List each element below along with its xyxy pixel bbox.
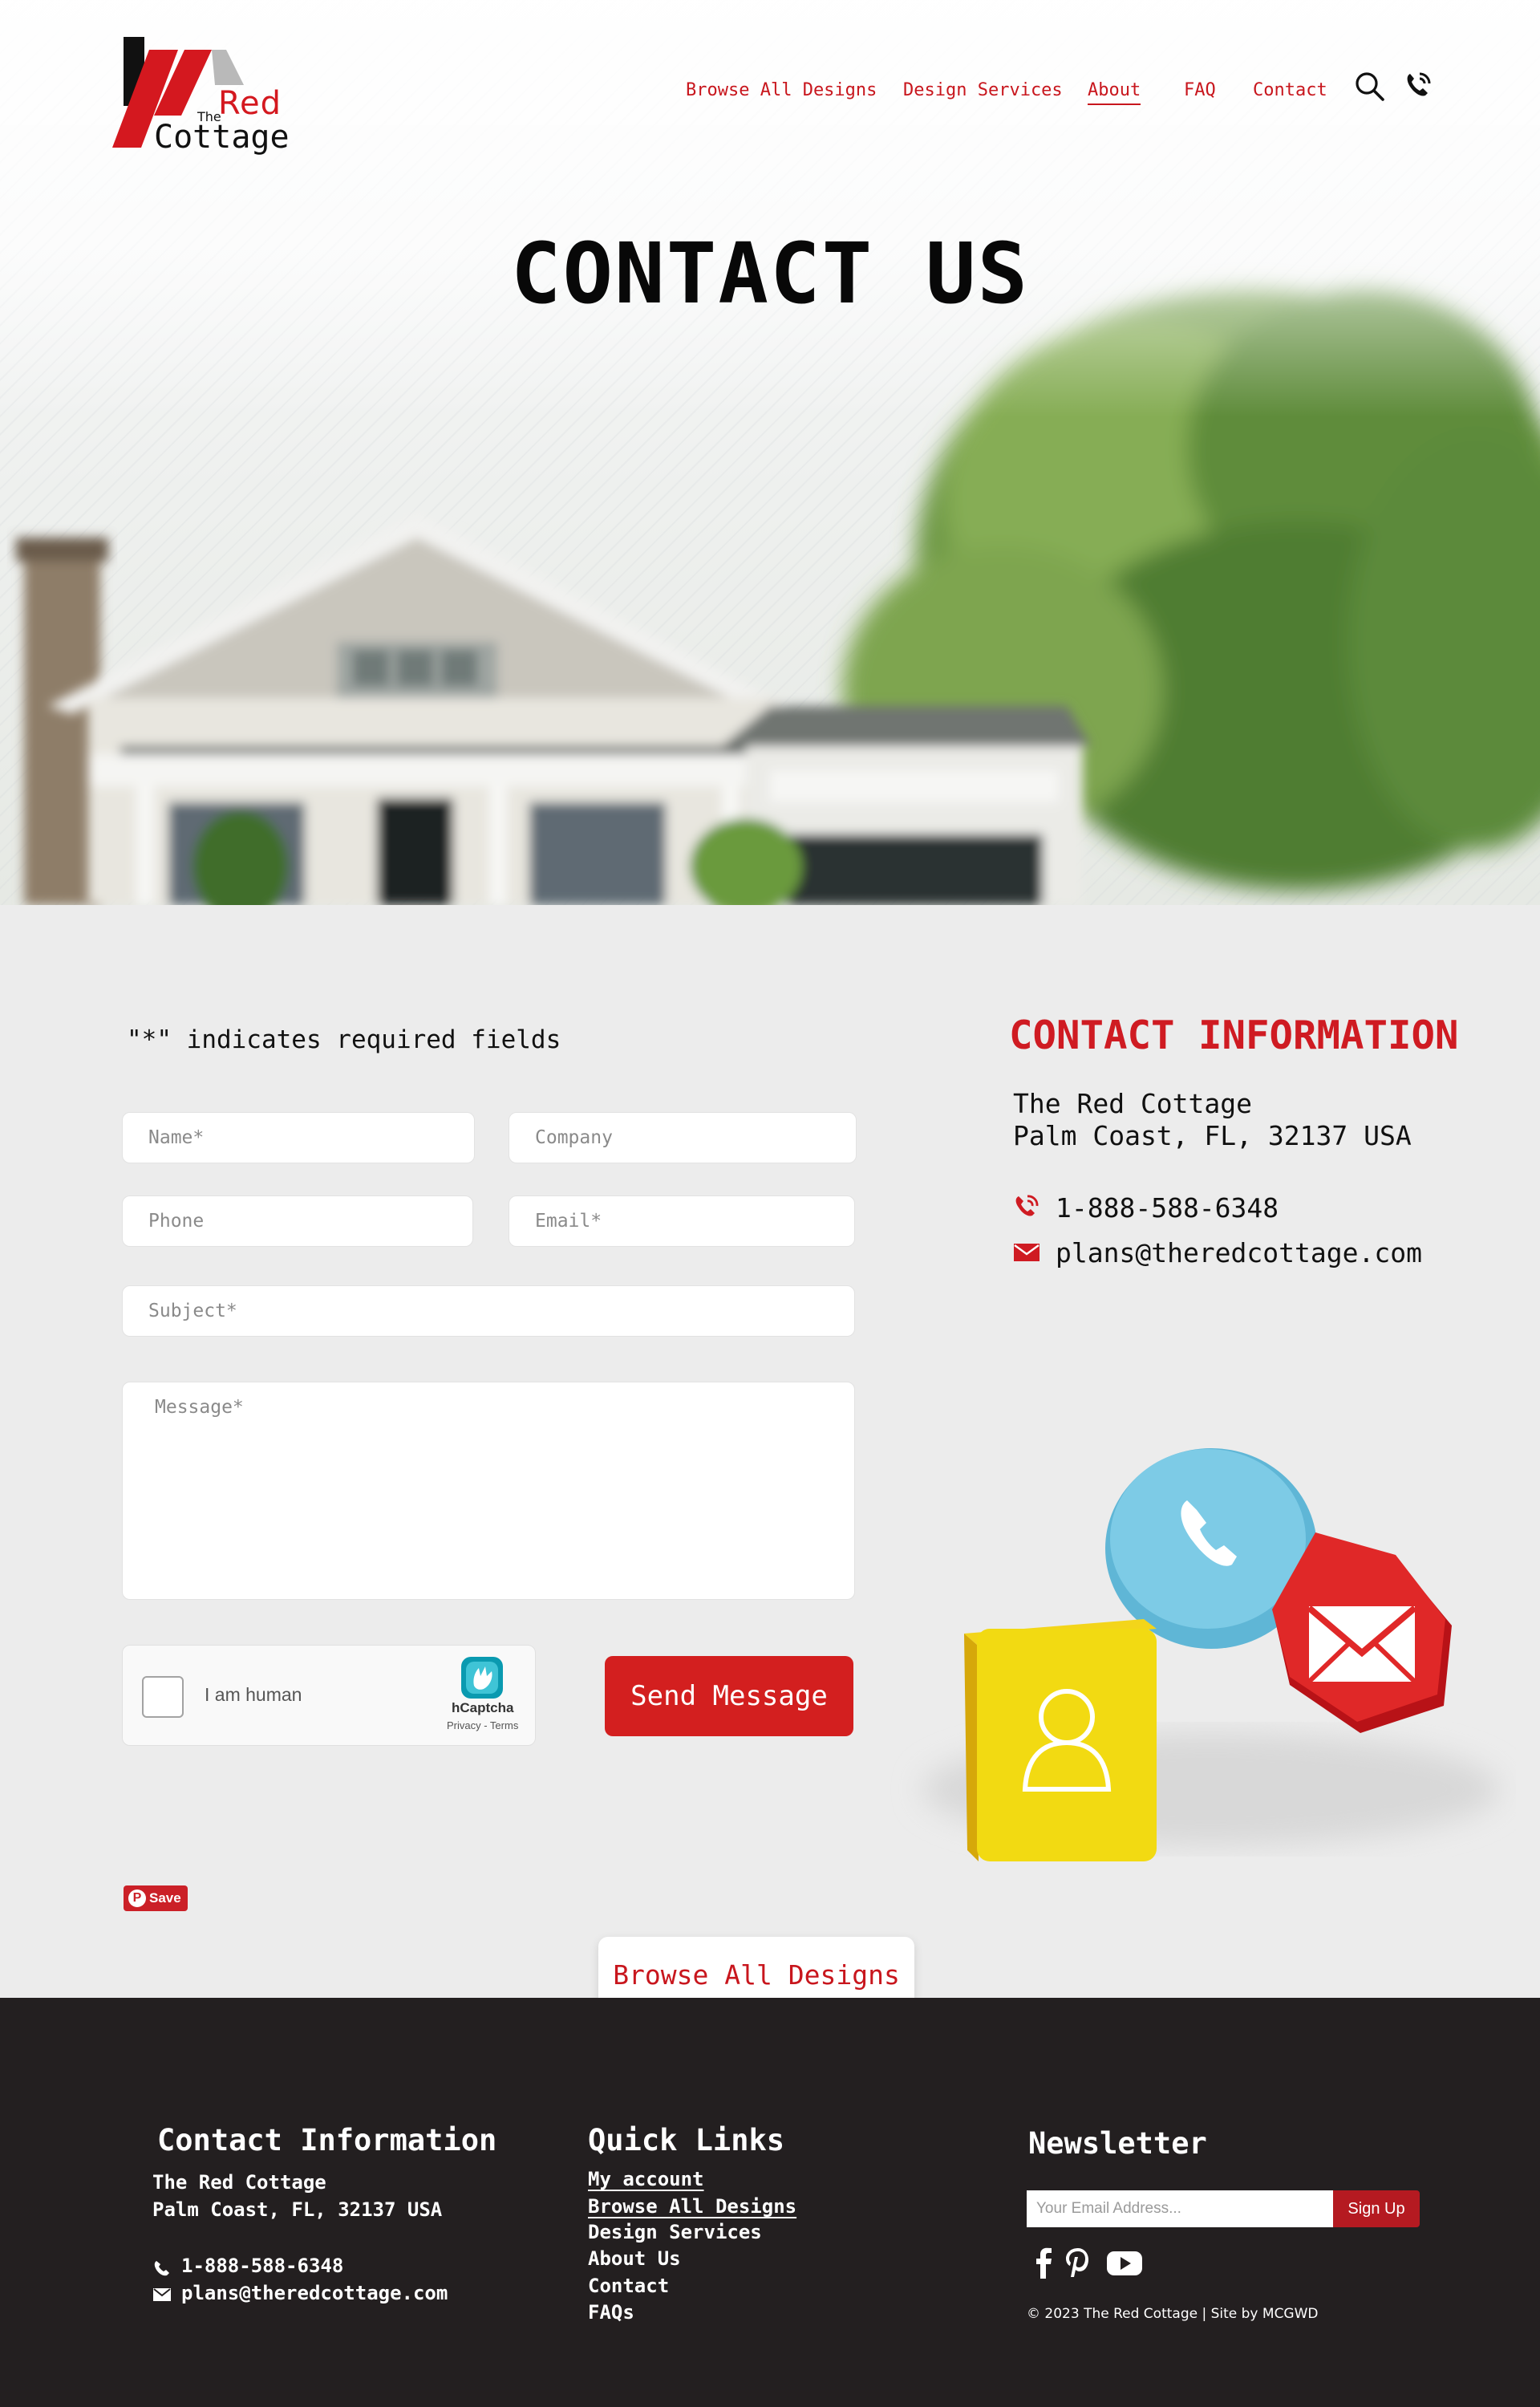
- footer-link-contact[interactable]: Contact: [588, 2275, 669, 2297]
- hero-section: The Red Cottage Browse All Designs Desig…: [0, 0, 1540, 905]
- footer-link-my-account[interactable]: My account: [588, 2168, 704, 2190]
- footer-quick-links-heading: Quick Links: [588, 2123, 785, 2157]
- phone-field[interactable]: [122, 1195, 473, 1247]
- newsletter-signup-button[interactable]: Sign Up: [1333, 2190, 1420, 2227]
- captcha-brand: hCaptcha: [452, 1700, 514, 1715]
- subject-field[interactable]: [122, 1285, 855, 1337]
- footer-newsletter-heading: Newsletter: [1028, 2126, 1207, 2161]
- nav-item-about[interactable]: About: [1088, 80, 1141, 105]
- hcaptcha-logo-icon: [461, 1657, 503, 1699]
- footer-link-faqs[interactable]: FAQs: [588, 2301, 634, 2324]
- company-field[interactable]: [509, 1112, 857, 1163]
- pinterest-icon: P: [128, 1889, 146, 1907]
- phone-icon: [1015, 1195, 1039, 1216]
- footer-link-about-us[interactable]: About Us: [588, 2247, 681, 2270]
- nav-item-faq[interactable]: FAQ: [1184, 80, 1216, 100]
- footer-link-browse-all-designs[interactable]: Browse All Designs: [588, 2195, 796, 2218]
- newsletter-email-input[interactable]: [1027, 2190, 1333, 2227]
- page-title: CONTACT US: [510, 225, 1030, 323]
- email-field[interactable]: [509, 1195, 855, 1247]
- footer-link-design-services[interactable]: Design Services: [588, 2221, 762, 2243]
- required-fields-note: "*" indicates required fields: [127, 1025, 561, 1054]
- email-icon: [153, 2288, 171, 2301]
- footer-copyright: © 2023 The Red Cottage | Site by MCGWD: [1027, 2306, 1319, 2322]
- logo-cottage-text: Cottage: [154, 119, 290, 156]
- pinterest-save-button[interactable]: P Save: [124, 1885, 188, 1911]
- email-icon: [1014, 1244, 1040, 1261]
- hcaptcha-widget: I am human hCaptcha Privacy - Terms: [122, 1645, 536, 1746]
- captcha-checkbox[interactable]: [142, 1676, 184, 1718]
- name-field[interactable]: [122, 1112, 475, 1163]
- phone-icon[interactable]: [1402, 69, 1434, 101]
- footer-contact-phone[interactable]: 1-888-588-6348: [181, 2255, 343, 2277]
- main-nav: Browse All Designs Design Services About…: [0, 80, 1540, 105]
- nav-item-design-services[interactable]: Design Services: [903, 80, 1063, 100]
- message-field[interactable]: [122, 1382, 855, 1600]
- search-icon[interactable]: [1354, 71, 1386, 103]
- captcha-privacy-terms[interactable]: Privacy - Terms: [447, 1719, 518, 1731]
- send-message-button[interactable]: Send Message: [605, 1656, 853, 1736]
- contact-info-company: The Red Cottage: [1013, 1088, 1253, 1119]
- footer-contact-email[interactable]: plans@theredcottage.com: [181, 2282, 448, 2304]
- contact-info-heading: CONTACT INFORMATION: [1009, 1013, 1459, 1058]
- contact-info-email[interactable]: plans@theredcottage.com: [1056, 1237, 1422, 1268]
- captcha-label: I am human: [205, 1684, 302, 1705]
- nav-item-contact[interactable]: Contact: [1253, 80, 1327, 100]
- footer-contact-heading: Contact Information: [157, 2123, 497, 2157]
- pinterest-save-label: Save: [149, 1890, 181, 1906]
- contact-blocks-image: [922, 1448, 1500, 1861]
- contact-info-phone[interactable]: 1-888-588-6348: [1056, 1192, 1279, 1224]
- youtube-icon[interactable]: [1105, 2245, 1144, 2280]
- phone-icon: [154, 2261, 169, 2276]
- footer-contact-company: The Red Cottage: [152, 2171, 326, 2194]
- facebook-icon[interactable]: [1027, 2245, 1062, 2280]
- nav-item-browse-all-designs[interactable]: Browse All Designs: [686, 80, 877, 100]
- footer-contact-address: Palm Coast, FL, 32137 USA: [152, 2198, 443, 2221]
- contact-info-address: Palm Coast, FL, 32137 USA: [1013, 1120, 1412, 1151]
- pinterest-icon[interactable]: [1060, 2245, 1096, 2280]
